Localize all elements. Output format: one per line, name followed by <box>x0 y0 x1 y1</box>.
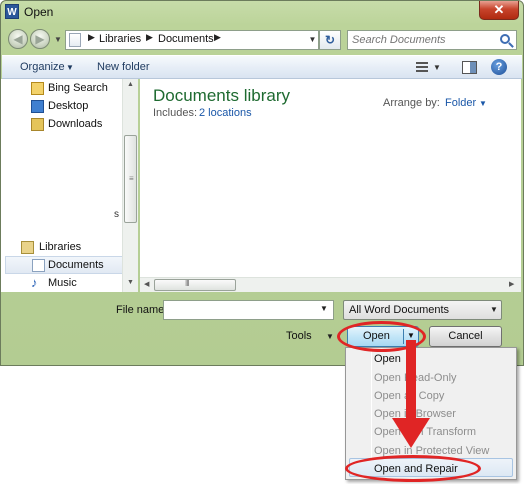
chevron-down-icon: ▼ <box>66 63 74 72</box>
grip-icon: III <box>185 279 190 288</box>
breadcrumb-separator-icon: ▶ <box>146 32 153 42</box>
documents-icon <box>32 259 45 272</box>
word-icon: W <box>5 4 19 19</box>
chevron-down-icon: ▼ <box>490 305 498 314</box>
address-bar[interactable]: ▶ Libraries ▶ Documents ▶ <box>65 30 319 50</box>
file-type-select[interactable]: All Word Documents ▼ <box>343 300 502 320</box>
command-bar: Organize ▼ New folder ▼ ? <box>2 55 522 79</box>
search-input[interactable] <box>352 31 492 49</box>
navigation-scrollbar[interactable]: ▲ ≡ ▼ <box>122 79 138 292</box>
red-arrow-icon <box>392 340 430 448</box>
sidebar-item-label: Desktop <box>48 100 89 112</box>
horizontal-scrollbar[interactable]: ◀ III ▶ <box>140 277 521 292</box>
sidebar-item-label: Downloads <box>48 118 103 130</box>
sidebar-item-label: Documents <box>48 259 104 271</box>
breadcrumb-separator-icon: ▶ <box>214 32 221 42</box>
music-icon: ♪ <box>31 275 38 290</box>
includes-label: Includes: <box>153 107 198 119</box>
sidebar-item-downloads[interactable]: Downloads <box>1 116 123 134</box>
arrange-by-dropdown[interactable]: Folder <box>445 97 476 109</box>
scroll-up-icon[interactable]: ▲ <box>127 81 134 88</box>
recent-locations-dropdown[interactable]: ▼ <box>54 35 62 44</box>
chevron-down-icon[interactable]: ▼ <box>479 99 487 108</box>
cancel-button[interactable]: Cancel <box>429 326 502 347</box>
change-view-icon[interactable] <box>416 61 430 74</box>
scrollbar-thumb[interactable]: III <box>154 279 236 291</box>
scroll-left-icon[interactable]: ◀ <box>144 280 149 288</box>
sidebar-item-libraries[interactable]: Libraries <box>1 239 123 257</box>
locations-link[interactable]: 2 locations <box>199 107 252 119</box>
highlight-ellipse-open-and-repair <box>345 455 481 482</box>
sidebar-item-label: Libraries <box>39 241 82 253</box>
arrange-by-label: Arrange by: <box>383 97 440 109</box>
bing-search-icon <box>31 82 44 95</box>
navigation-pane: Bing Search Desktop Downloads Libraries … <box>1 79 137 292</box>
scroll-down-icon[interactable]: ▼ <box>127 279 134 286</box>
sidebar-item-bing-search[interactable]: Bing Search <box>1 80 123 98</box>
library-icon <box>69 33 81 47</box>
libraries-icon <box>21 241 34 254</box>
library-title: Documents library <box>153 86 290 105</box>
file-list[interactable]: Documents library Includes: 2 locations … <box>140 79 521 277</box>
tools-button[interactable]: Tools <box>286 330 312 342</box>
file-type-value: All Word Documents <box>349 304 450 316</box>
file-name-input[interactable] <box>167 302 317 318</box>
forward-button[interactable]: ▶ <box>30 29 50 49</box>
downloads-icon <box>31 118 44 131</box>
window-title: Open <box>24 5 54 19</box>
address-history-dropdown[interactable]: ▼ <box>306 30 319 50</box>
scroll-right-icon[interactable]: ▶ <box>509 280 514 288</box>
file-name-label: File name: <box>116 304 168 316</box>
sidebar-item-music[interactable]: ♪ Music <box>1 275 123 293</box>
truncated-text: s <box>114 209 119 220</box>
file-name-combobox[interactable]: ▼ <box>163 300 334 320</box>
breadcrumb-libraries[interactable]: Libraries <box>99 33 141 45</box>
sidebar-item-label: Bing Search <box>48 82 108 94</box>
breadcrumb-separator-icon: ▶ <box>88 32 95 42</box>
back-button[interactable]: ◀ <box>8 29 28 49</box>
sidebar-item-label: Music <box>48 277 77 289</box>
organize-button[interactable]: Organize <box>20 61 65 73</box>
close-button[interactable]: ✕ <box>479 1 519 20</box>
chevron-down-icon[interactable]: ▼ <box>326 332 334 341</box>
desktop-icon <box>31 100 44 113</box>
refresh-button[interactable]: ↻ <box>319 30 341 50</box>
search-box[interactable] <box>347 30 517 50</box>
chevron-down-icon[interactable]: ▼ <box>433 63 441 72</box>
sidebar-item-documents[interactable]: Documents <box>5 256 123 274</box>
help-icon[interactable]: ? <box>491 59 507 75</box>
grip-icon: ≡ <box>129 174 134 183</box>
breadcrumb-documents[interactable]: Documents <box>158 33 214 45</box>
search-icon[interactable] <box>500 34 510 44</box>
chevron-down-icon[interactable]: ▼ <box>320 304 328 313</box>
sidebar-item-desktop[interactable]: Desktop <box>1 98 123 116</box>
preview-pane-icon[interactable] <box>462 61 477 74</box>
new-folder-button[interactable]: New folder <box>97 61 150 73</box>
scrollbar-thumb[interactable]: ≡ <box>124 135 137 223</box>
